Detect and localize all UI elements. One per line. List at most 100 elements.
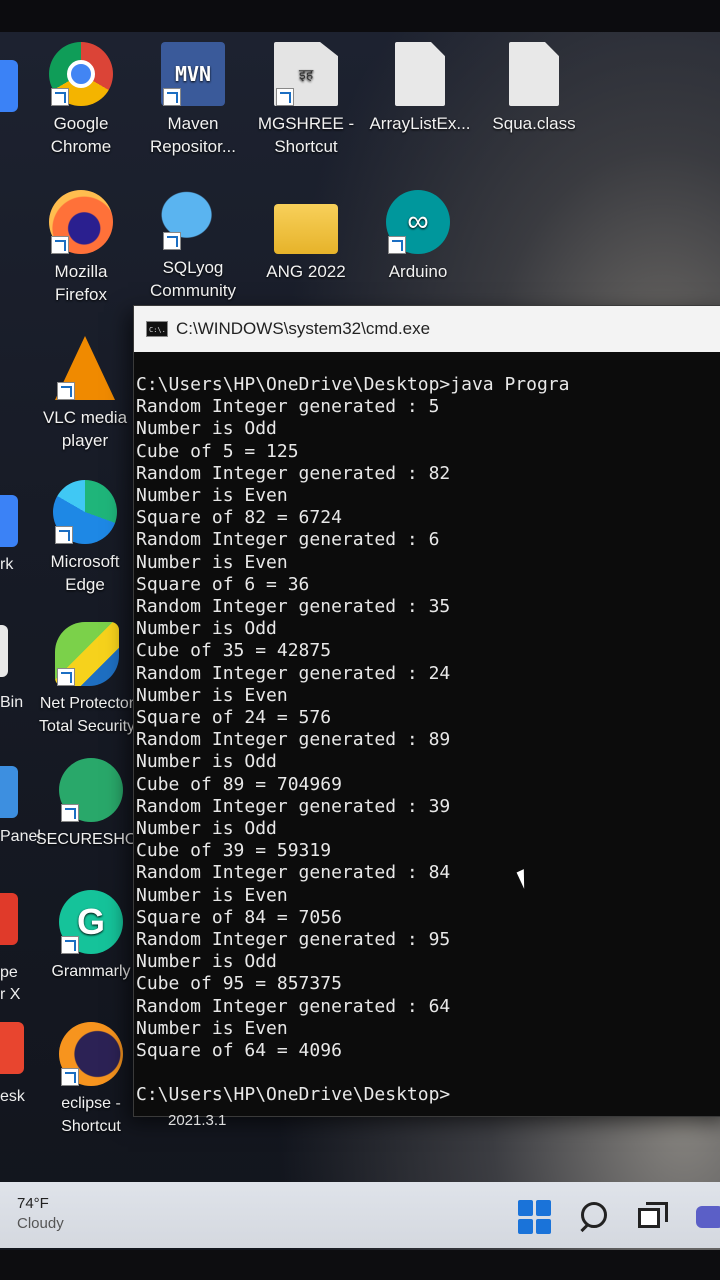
cmd-window[interactable]: C:\. C:\WINDOWS\system32\cmd.exe C:\User… <box>134 306 720 1116</box>
console-line: Random Integer generated : 64 <box>136 995 451 1017</box>
desktop-icon-arraylistex[interactable]: ArrayListEx... <box>365 42 475 135</box>
desktop-icon-edge[interactable]: Microsoft Edge <box>30 480 140 596</box>
cmd-app-icon: C:\. <box>146 321 168 337</box>
desktop-icon-maven[interactable]: MVN Maven Repositor... <box>138 42 248 158</box>
file-icon <box>509 42 559 106</box>
console-line: Number is Odd <box>136 618 277 640</box>
console-output[interactable]: C:\Users\HP\OneDrive\Desktop>java Progra… <box>134 352 720 1107</box>
desktop-icon-sqlyog[interactable]: SQLyog Community <box>138 186 248 308</box>
weather-temperature: 74°F <box>17 1195 49 1212</box>
console-line: Number is Odd <box>136 818 277 840</box>
task-view-icon[interactable] <box>636 1200 670 1234</box>
windows-logo-icon <box>518 1200 533 1216</box>
arduino-icon: ∞ <box>386 190 450 254</box>
console-line: Random Integer generated : 95 <box>136 929 451 951</box>
console-line: Random Integer generated : 5 <box>136 396 440 418</box>
partial-icon[interactable] <box>0 1022 24 1074</box>
mgshree-icon: इह <box>274 42 338 106</box>
console-line: Cube of 89 = 704969 <box>136 773 342 795</box>
weather-condition: Cloudy <box>17 1215 64 1232</box>
console-line: Number is Even <box>136 485 288 507</box>
start-button[interactable] <box>518 1200 552 1234</box>
net-protector-icon <box>55 622 119 686</box>
shortcut-arrow-icon <box>51 236 69 254</box>
desktop-icon-firefox[interactable]: Mozilla Firefox <box>26 190 136 306</box>
desktop-icon-secureshop[interactable]: SECURESHOP <box>36 758 148 851</box>
console-line: Number is Odd <box>136 751 277 773</box>
cmd-title-bar[interactable]: C:\. C:\WINDOWS\system32\cmd.exe <box>134 306 720 352</box>
partial-icon-label: esk <box>0 1088 25 1105</box>
desktop-icon-squa-class[interactable]: Squa.class <box>479 42 589 135</box>
taskbar: 74°F Cloudy <box>0 1182 720 1248</box>
console-line: Random Integer generated : 82 <box>136 462 451 484</box>
eclipse-version-label: 2021.3.1 <box>168 1112 227 1129</box>
console-line: Square of 84 = 7056 <box>136 906 342 928</box>
desktop-icon-chrome[interactable]: Google Chrome <box>26 42 136 158</box>
shortcut-arrow-icon <box>163 232 181 250</box>
firefox-icon <box>49 190 113 254</box>
console-line: Random Integer generated : 24 <box>136 662 451 684</box>
console-line: Number is Even <box>136 684 288 706</box>
console-line: Random Integer generated : 39 <box>136 795 451 817</box>
desktop-icon-grammarly[interactable]: G Grammarly <box>36 890 146 983</box>
console-line: C:\Users\HP\OneDrive\Desktop>java Progra <box>136 374 570 395</box>
eclipse-icon <box>59 1022 123 1086</box>
desktop-icon-eclipse[interactable]: eclipse - Shortcut <box>36 1022 146 1138</box>
console-line: Square of 64 = 4096 <box>136 1040 342 1062</box>
console-line: Number is Odd <box>136 418 277 440</box>
desktop-icon-ang-2022[interactable]: ANG 2022 <box>251 190 361 283</box>
console-line: Number is Even <box>136 1017 288 1039</box>
console-line: Square of 6 = 36 <box>136 573 310 595</box>
shortcut-arrow-icon <box>61 1068 79 1086</box>
shortcut-arrow-icon <box>388 236 406 254</box>
search-icon[interactable] <box>578 1200 612 1234</box>
chat-icon[interactable] <box>694 1200 720 1234</box>
console-line: Square of 82 = 6724 <box>136 507 342 529</box>
chrome-icon <box>49 42 113 106</box>
maven-icon: MVN <box>161 42 225 106</box>
shortcut-arrow-icon <box>57 668 75 686</box>
console-line: Number is Even <box>136 551 288 573</box>
shortcut-arrow-icon <box>163 88 181 106</box>
folder-icon <box>274 204 338 254</box>
partial-icon-label: rk <box>0 556 14 573</box>
shortcut-arrow-icon <box>61 936 79 954</box>
shortcut-arrow-icon <box>57 382 75 400</box>
partial-icon-label: Panel <box>0 828 41 845</box>
desktop-icon-mgshree[interactable]: इह MGSHREE - Shortcut <box>251 42 361 158</box>
edge-icon <box>53 480 117 544</box>
grammarly-icon: G <box>59 890 123 954</box>
console-line: Cube of 39 = 59319 <box>136 840 332 862</box>
partial-icon[interactable] <box>0 495 18 547</box>
monitor-top-bezel <box>0 0 720 34</box>
console-line: Random Integer generated : 35 <box>136 596 451 618</box>
weather-widget[interactable]: 74°F Cloudy <box>17 1194 64 1234</box>
partial-icon[interactable] <box>0 893 18 945</box>
monitor-bottom-bezel <box>0 1250 720 1280</box>
desktop-icon-arduino[interactable]: ∞ Arduino <box>363 190 473 283</box>
desktop-icon-vlc[interactable]: VLC media player <box>30 336 140 452</box>
console-line: Cube of 35 = 42875 <box>136 640 332 662</box>
partial-icon[interactable] <box>0 60 18 112</box>
shortcut-arrow-icon <box>276 88 294 106</box>
console-line: Square of 24 = 576 <box>136 707 332 729</box>
console-prompt[interactable]: C:\Users\HP\OneDrive\Desktop> <box>136 1084 720 1106</box>
cmd-window-title: C:\WINDOWS\system32\cmd.exe <box>176 319 431 338</box>
vlc-icon <box>55 336 115 400</box>
shortcut-arrow-icon <box>61 804 79 822</box>
console-line: Cube of 5 = 125 <box>136 440 299 462</box>
console-line: Number is Even <box>136 884 288 906</box>
file-icon <box>395 42 445 106</box>
desktop-icon-net-protector[interactable]: Net Protector Total Security <box>32 622 142 738</box>
shortcut-arrow-icon <box>55 526 73 544</box>
partial-icon[interactable] <box>0 766 18 818</box>
console-line: Random Integer generated : 89 <box>136 729 451 751</box>
partial-icon-label: Bin <box>0 694 24 711</box>
shortcut-arrow-icon <box>51 88 69 106</box>
console-line: Number is Odd <box>136 951 277 973</box>
console-line: Random Integer generated : 6 <box>136 529 440 551</box>
partial-icon[interactable] <box>0 625 8 677</box>
console-line: Cube of 95 = 857375 <box>136 973 342 995</box>
secureshop-icon <box>59 758 123 822</box>
